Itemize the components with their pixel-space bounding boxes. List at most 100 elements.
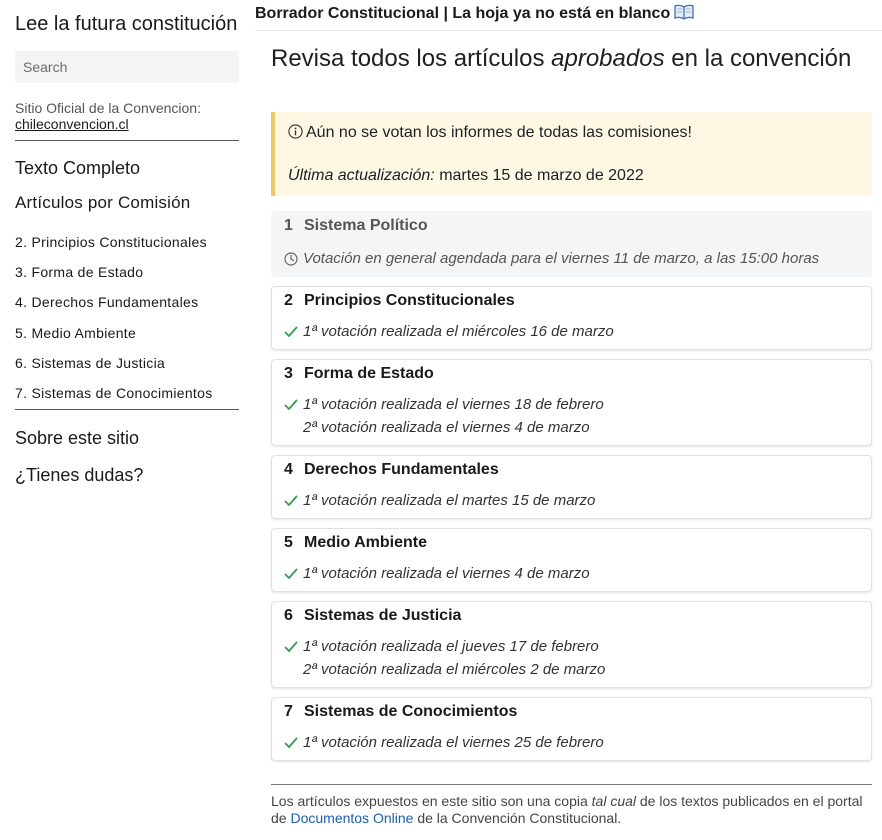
vote-list: 1ª votación realizada el jueves 17 de fe…	[284, 635, 871, 687]
sidebar-divider	[15, 409, 239, 411]
vote-list: 1ª votación realizada el viernes 25 de f…	[284, 731, 871, 760]
commission-card[interactable]: 7 Sistemas de Conocimientos 1ª votación re…	[271, 697, 872, 761]
check-icon	[284, 326, 302, 338]
page-title: Revisa todos los artículos aprobados en …	[271, 44, 872, 74]
search-box[interactable]	[15, 51, 239, 83]
commission-name: Sistema Político	[304, 217, 428, 234]
clock-icon	[284, 251, 302, 266]
commission-heading: 2 Principios Constitucionales	[284, 291, 871, 310]
official-site-link[interactable]: chileconvencion.cl	[15, 116, 129, 132]
sidebar-item-commission[interactable]: 7. Sistemas de Conocimientos	[15, 378, 239, 408]
page-title-emphasis: aprobados	[551, 45, 665, 72]
footer-text: Los artículos expuestos en este sitio so…	[271, 793, 588, 809]
commission-heading: 7 Sistemas de Conocimientos	[284, 702, 871, 721]
vote-list: Votación en general agendada para el vie…	[284, 247, 871, 276]
commission-card[interactable]: 2 Principios Constitucionales 1ª votación …	[271, 286, 872, 350]
commission-heading: 1 Sistema Político	[284, 216, 871, 235]
sidebar-item-commission[interactable]: 3. Forma de Estado	[15, 257, 239, 287]
vote-text: 1ª votación realizada el jueves 17 de fe…	[303, 638, 599, 655]
sidebar-item-questions[interactable]: ¿Tienes dudas?	[15, 465, 239, 485]
commission-number: 1	[284, 217, 293, 234]
top-header: Borrador Constitucional | La hoja ya no …	[255, 0, 882, 31]
sidebar-divider	[15, 140, 239, 141]
sidebar-item-commission[interactable]: 5. Medio Ambiente	[15, 318, 239, 348]
vote-text: 1ª votación realizada el viernes 25 de f…	[303, 734, 604, 751]
vote-text: 1ª votación realizada el martes 15 de ma…	[303, 492, 596, 509]
notice-updated-line: Última actualización: martes 15 de marzo…	[288, 166, 872, 186]
vote-list: 1ª votación realizada el viernes 4 de ma…	[284, 562, 871, 591]
vote-entry: Votación en general agendada para el vie…	[284, 247, 871, 270]
commission-name: Principios Constitucionales	[304, 292, 515, 309]
commission-number: 3	[284, 365, 293, 382]
vote-text: Votación en general agendada para el vie…	[303, 250, 820, 267]
commission-number: 5	[284, 534, 293, 551]
sidebar: Lee la futura constitución Sitio Oficial…	[15, 12, 239, 485]
sidebar-item-by-commission[interactable]: Artículos por Comisión	[15, 193, 239, 213]
commission-number: 4	[284, 461, 293, 478]
vote-text: 1ª votación realizada el viernes 4 de ma…	[303, 565, 590, 582]
commission-card[interactable]: 6 Sistemas de Justicia 1ª votación realiza…	[271, 601, 872, 688]
info-icon	[288, 124, 303, 145]
search-input[interactable]	[23, 59, 239, 75]
main-content: Revisa todos los artículos aprobados en …	[271, 44, 872, 827]
vote-entry: 1ª votación realizada el martes 15 de ma…	[284, 489, 871, 512]
page-title-end: en la convención	[671, 45, 852, 72]
commission-heading: 6 Sistemas de Justicia	[284, 606, 871, 625]
footer-note: Los artículos expuestos en este sitio so…	[271, 793, 872, 827]
page-title-start: Revisa todos los artículos	[271, 45, 545, 72]
vote-list: 1ª votación realizada el miércoles 16 de…	[284, 320, 871, 349]
footer-text-emphasis: tal cual	[591, 793, 636, 809]
footer-divider	[271, 784, 872, 785]
commission-name: Medio Ambiente	[304, 534, 427, 551]
commission-card[interactable]: 5 Medio Ambiente 1ª votación realizada el …	[271, 528, 872, 592]
vote-entry: 2ª votación realizada el viernes 4 de ma…	[284, 416, 871, 439]
official-site-label: Sitio Oficial de la Convencion:	[15, 100, 201, 116]
vote-list: 1ª votación realizada el martes 15 de ma…	[284, 489, 871, 518]
commission-number: 7	[284, 703, 293, 720]
commission-card[interactable]: 1 Sistema Político Votación en general age…	[271, 211, 872, 277]
commission-card[interactable]: 4 Derechos Fundamentales 1ª votación reali…	[271, 455, 872, 519]
vote-text: 2ª votación realizada el viernes 4 de ma…	[303, 419, 590, 436]
check-icon	[284, 568, 302, 580]
vote-entry: 1ª votación realizada el viernes 18 de f…	[284, 393, 871, 416]
commission-heading: 4 Derechos Fundamentales	[284, 460, 871, 479]
official-site-note: Sitio Oficial de la Convencion: chilecon…	[15, 100, 239, 132]
sidebar-item-about[interactable]: Sobre este sitio	[15, 428, 239, 448]
header-title: Borrador Constitucional | La hoja ya no …	[255, 4, 694, 22]
commission-number: 2	[284, 292, 293, 309]
notice-message: Aún no se votan los informes de todas la…	[306, 124, 692, 141]
vote-text: 2ª votación realizada el miércoles 2 de …	[303, 661, 606, 678]
vote-text: 1ª votación realizada el viernes 18 de f…	[303, 396, 604, 413]
commission-name: Sistemas de Conocimientos	[304, 703, 518, 720]
vote-entry: 1ª votación realizada el viernes 25 de f…	[284, 731, 871, 754]
sidebar-item-commission[interactable]: 4. Derechos Fundamentales	[15, 287, 239, 317]
vote-list: 1ª votación realizada el viernes 18 de f…	[284, 393, 871, 445]
check-icon	[284, 399, 302, 411]
commission-name: Forma de Estado	[304, 365, 434, 382]
commission-cards: 1 Sistema Político Votación en general age…	[271, 211, 872, 761]
footer-text: de la Convención Constitucional.	[417, 810, 622, 826]
commission-number: 6	[284, 607, 293, 624]
vote-entry: 1ª votación realizada el viernes 4 de ma…	[284, 562, 871, 585]
sidebar-item-full-text[interactable]: Texto Completo	[15, 158, 239, 178]
commission-name: Sistemas de Justicia	[304, 607, 462, 624]
commission-heading: 5 Medio Ambiente	[284, 533, 871, 552]
notice-updated-value: martes 15 de marzo de 2022	[439, 167, 644, 184]
sidebar-item-commission[interactable]: 6. Sistemas de Justicia	[15, 348, 239, 378]
site-title[interactable]: Lee la futura constitución	[15, 12, 239, 36]
check-icon	[284, 737, 302, 749]
commission-list: 2. Principios Constitucionales 3. Forma …	[15, 227, 239, 408]
header-title-text: Borrador Constitucional | La hoja ya no …	[255, 5, 671, 22]
notice-message-line: Aún no se votan los informes de todas la…	[288, 123, 872, 145]
vote-text: 1ª votación realizada el miércoles 16 de…	[303, 323, 614, 340]
check-icon	[284, 495, 302, 507]
check-icon	[284, 641, 302, 653]
book-icon	[674, 2, 694, 29]
vote-entry: 1ª votación realizada el jueves 17 de fe…	[284, 635, 871, 658]
documentos-online-link[interactable]: Documentos Online	[290, 810, 413, 826]
notice-box: Aún no se votan los informes de todas la…	[271, 112, 872, 196]
vote-entry: 2ª votación realizada el miércoles 2 de …	[284, 658, 871, 681]
commission-card[interactable]: 3 Forma de Estado 1ª votación realizada el…	[271, 359, 872, 446]
sidebar-item-commission[interactable]: 2. Principios Constitucionales	[15, 227, 239, 257]
notice-updated-label: Última actualización:	[288, 167, 435, 184]
